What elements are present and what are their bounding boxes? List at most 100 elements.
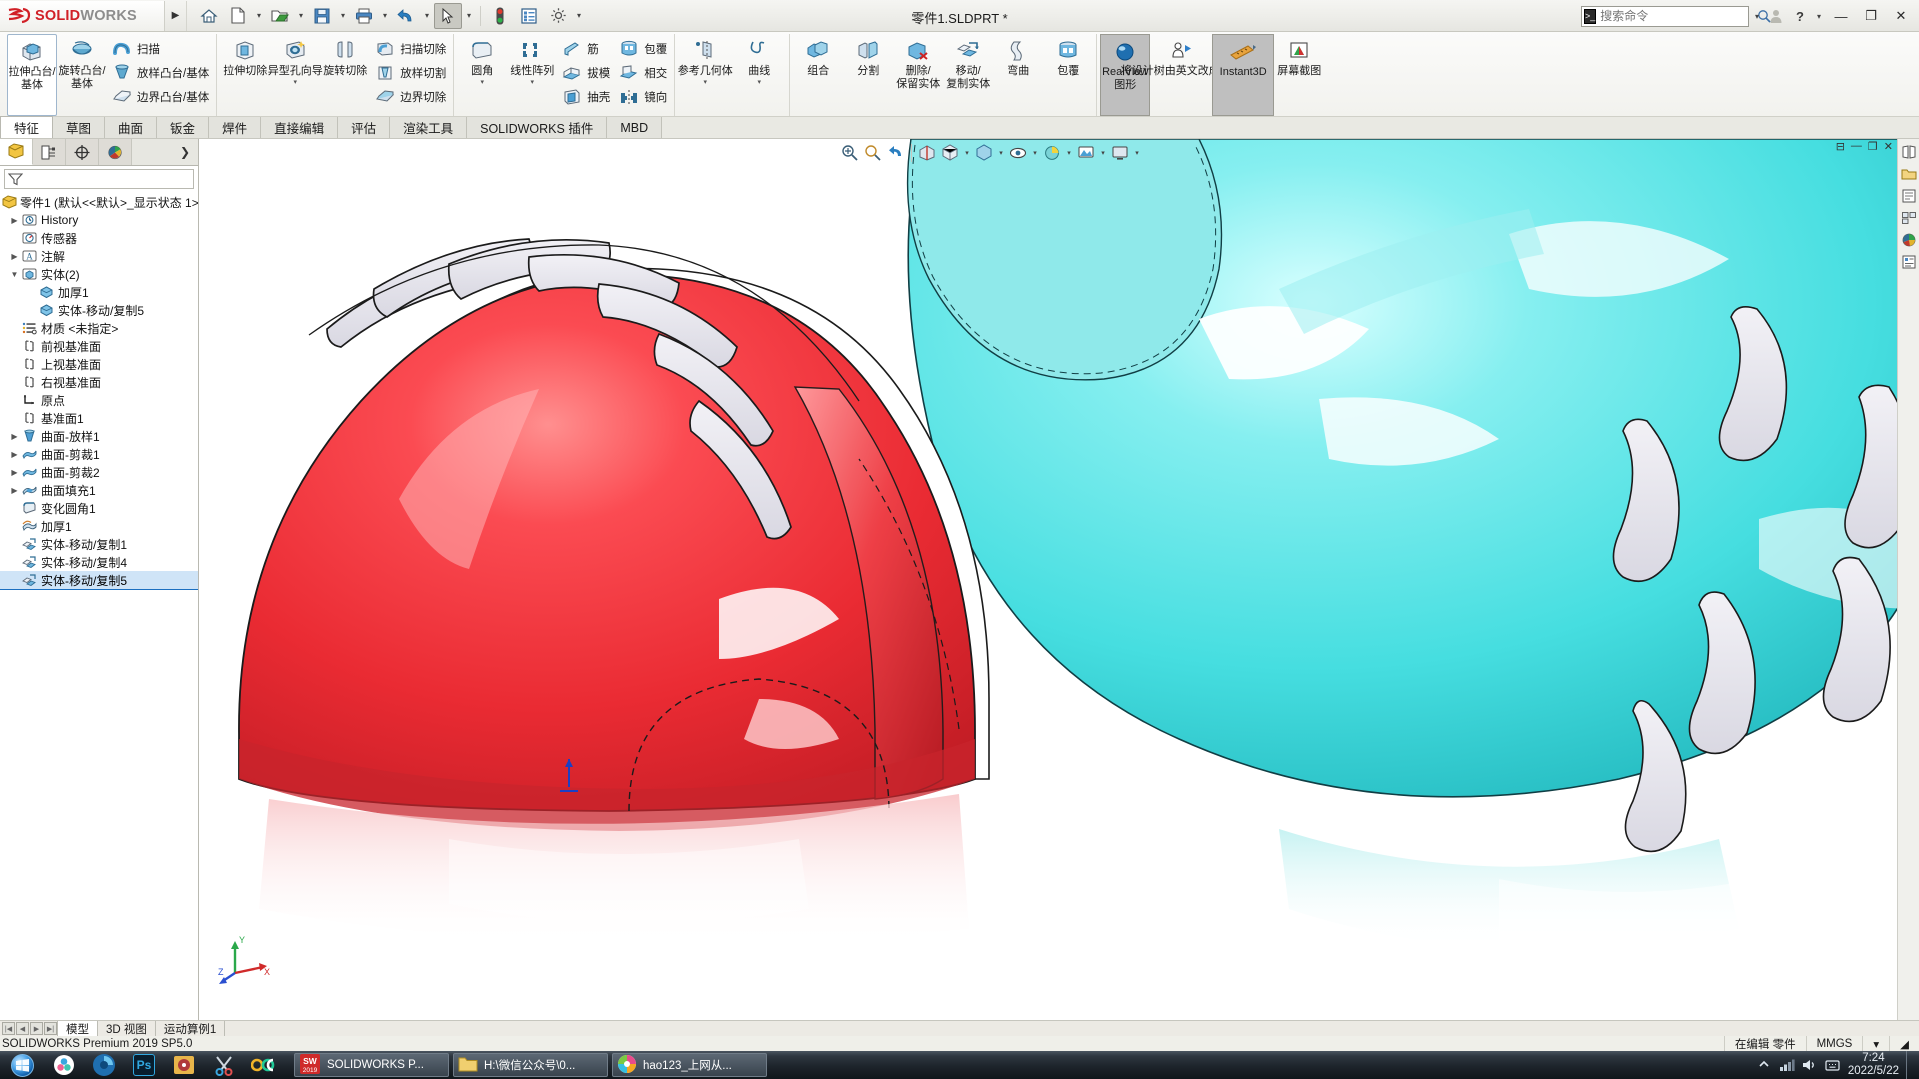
browser-flower-icon[interactable] [44, 1051, 84, 1079]
tree-item-solid-bodies[interactable]: ▼ 实体(2) [0, 265, 198, 283]
flex-button[interactable]: 弯曲 [993, 34, 1043, 116]
file-explorer-icon[interactable] [1900, 187, 1918, 205]
revolved-boss-base-button[interactable]: 旋转凸台/基体 [57, 34, 107, 116]
start-button[interactable] [0, 1051, 44, 1079]
displaymanager-tab[interactable] [99, 139, 132, 165]
tree-item-sensors[interactable]: 传感器 [0, 229, 198, 247]
taskbar-browser[interactable]: hao123_上网从... [612, 1053, 767, 1077]
tray-expand-icon[interactable] [1756, 1057, 1772, 1073]
expand-arrow-icon[interactable]: ▶ [8, 252, 21, 261]
revolved-cut-button[interactable]: 旋转切除 [320, 34, 370, 116]
print-icon[interactable] [350, 3, 378, 29]
search-input[interactable] [1600, 9, 1756, 23]
undo-icon[interactable] [392, 3, 420, 29]
swept-cut-button[interactable]: 扫描切除 [370, 37, 450, 61]
taskbar-explorer[interactable]: H:\微信公众号\0... [453, 1053, 608, 1077]
new-document-caret[interactable]: ▾ [253, 3, 265, 29]
section-view-icon[interactable] [916, 142, 938, 164]
tree-item-part[interactable]: 零件1 (默认<<默认>_显示状态 1>) [0, 193, 198, 211]
delete-keep-body-button[interactable]: 删除/保留实体 [893, 34, 943, 116]
open-folder-icon[interactable] [266, 3, 294, 29]
select-caret[interactable]: ▾ [463, 3, 475, 29]
expand-arrow-icon[interactable]: ▶ [8, 432, 21, 441]
previous-view-icon[interactable] [885, 142, 907, 164]
tree-item-surface-fill1[interactable]: ▶ 曲面填充1 [0, 481, 198, 499]
fillet-button[interactable]: 圆角 ▾ [457, 34, 507, 116]
tree-item-front-plane[interactable]: 前视基准面 [0, 337, 198, 355]
tree-item-surface-trim2[interactable]: ▶ 曲面-剪裁2 [0, 463, 198, 481]
tree-item-plane1[interactable]: 基准面1 [0, 409, 198, 427]
custom-properties-icon[interactable] [1900, 253, 1918, 271]
configurationmanager-tab[interactable] [66, 139, 99, 165]
next-tab-button[interactable]: ▶ [30, 1022, 43, 1035]
view-orientation-caret[interactable]: ▾ [962, 142, 972, 164]
fillet-dropdown-caret[interactable]: ▾ [480, 79, 484, 87]
open-caret[interactable]: ▾ [295, 3, 307, 29]
screen-capture-button[interactable]: 屏幕截图 [1274, 34, 1324, 116]
curves-button[interactable]: 曲线 ▾ [732, 34, 786, 116]
featuremanager-tab[interactable] [0, 139, 33, 165]
tree-item-surface-trim1[interactable]: ▶ 曲面-剪裁1 [0, 445, 198, 463]
apply-scene-caret[interactable]: ▾ [1098, 142, 1108, 164]
tab-sketch[interactable]: 草图 [53, 117, 106, 138]
expand-arrow-icon[interactable]: ▶ [8, 216, 21, 225]
select-cursor-icon[interactable] [434, 2, 462, 29]
options-gear-icon[interactable] [544, 3, 572, 29]
tray-network-icon[interactable] [1779, 1057, 1795, 1073]
tree-item-thicken1b[interactable]: 加厚1 [0, 517, 198, 535]
reference-geometry-dropdown-caret[interactable]: ▾ [703, 79, 707, 87]
zoom-to-fit-icon[interactable] [839, 142, 861, 164]
oppo-icon[interactable] [244, 1051, 284, 1079]
extruded-boss-base-button[interactable]: 拉伸凸台/基体 [7, 34, 57, 116]
status-units[interactable]: MMGS [1805, 1036, 1863, 1051]
feature-tree-filter-input[interactable] [27, 172, 193, 186]
user-account-icon[interactable] [1765, 4, 1787, 28]
view-palette-icon[interactable] [1900, 209, 1918, 227]
save-icon[interactable] [308, 3, 336, 29]
display-style-caret[interactable]: ▾ [996, 142, 1006, 164]
save-caret[interactable]: ▾ [337, 3, 349, 29]
show-desktop-button[interactable] [1906, 1051, 1913, 1079]
search-commands-box[interactable]: >_ [1581, 5, 1771, 27]
restore-button[interactable]: ❐ [1857, 4, 1885, 28]
tab-mbd[interactable]: MBD [607, 117, 663, 138]
view-settings-caret[interactable]: ▾ [1132, 142, 1142, 164]
tree-item-right-plane[interactable]: 右视基准面 [0, 373, 198, 391]
view-orientation-icon[interactable] [939, 142, 961, 164]
feature-tree-filter[interactable] [4, 169, 194, 189]
tree-item-history[interactable]: ▶ History [0, 211, 198, 229]
tab-render-tools[interactable]: 渲染工具 [390, 117, 468, 138]
tab-sw-addins[interactable]: SOLIDWORKS 插件 [467, 117, 608, 138]
combine-button[interactable]: 组合 [793, 34, 843, 116]
status-resize-grip[interactable]: ◢ [1889, 1036, 1919, 1051]
tree-english-to-chinese-button[interactable]: 将设计树由英文改成中文 [1121, 34, 1242, 116]
draft-button[interactable]: 拔模 [557, 61, 614, 85]
hole-wizard-dropdown-caret[interactable]: ▾ [293, 79, 297, 87]
photoshop-icon[interactable]: Ps [124, 1051, 164, 1079]
shell-button[interactable]: 抽壳 [557, 85, 614, 109]
view-settings-icon[interactable] [1109, 142, 1131, 164]
doc-tab-motion-study[interactable]: 运动算例1 [156, 1020, 226, 1037]
instant3d-button[interactable]: Instant3D [1212, 34, 1275, 116]
doc-tab-3dviews[interactable]: 3D 视图 [98, 1020, 156, 1037]
file-properties-icon[interactable] [515, 3, 543, 29]
design-library-icon[interactable] [1900, 165, 1918, 183]
solidworks-logo[interactable]: SOLID WORKS [0, 0, 165, 31]
intersect-button[interactable]: 相交 [614, 61, 671, 85]
tree-item-surface-loft1[interactable]: ▶ 曲面-放样1 [0, 427, 198, 445]
tab-features[interactable]: 特征 [0, 116, 54, 138]
expand-arrow-icon[interactable]: ▶ [8, 486, 21, 495]
status-units-caret[interactable]: ▾ [1862, 1036, 1889, 1051]
mirror-button[interactable]: 镜向 [614, 85, 671, 109]
rebuild-icon[interactable] [486, 3, 514, 29]
last-tab-button[interactable]: ▶| [44, 1022, 57, 1035]
graphics-viewport[interactable]: ▾ ▾ ▾ ▾ ▾ ▾ ⊟ — ❐ ✕ Y X Z [199, 139, 1919, 1020]
reference-geometry-button[interactable]: 参考几何体 ▾ [678, 34, 733, 116]
new-document-icon[interactable] [224, 3, 252, 29]
taskbar-solidworks[interactable]: SW 2019 SOLIDWORKS P... [294, 1053, 449, 1077]
home-icon[interactable] [195, 3, 223, 29]
doc-minimize-icon[interactable]: — [1851, 140, 1862, 153]
doc-tab-model[interactable]: 模型 [57, 1020, 98, 1037]
doc-close-icon[interactable]: ✕ [1884, 140, 1893, 153]
extruded-cut-button[interactable]: 拉伸切除 [220, 34, 270, 116]
